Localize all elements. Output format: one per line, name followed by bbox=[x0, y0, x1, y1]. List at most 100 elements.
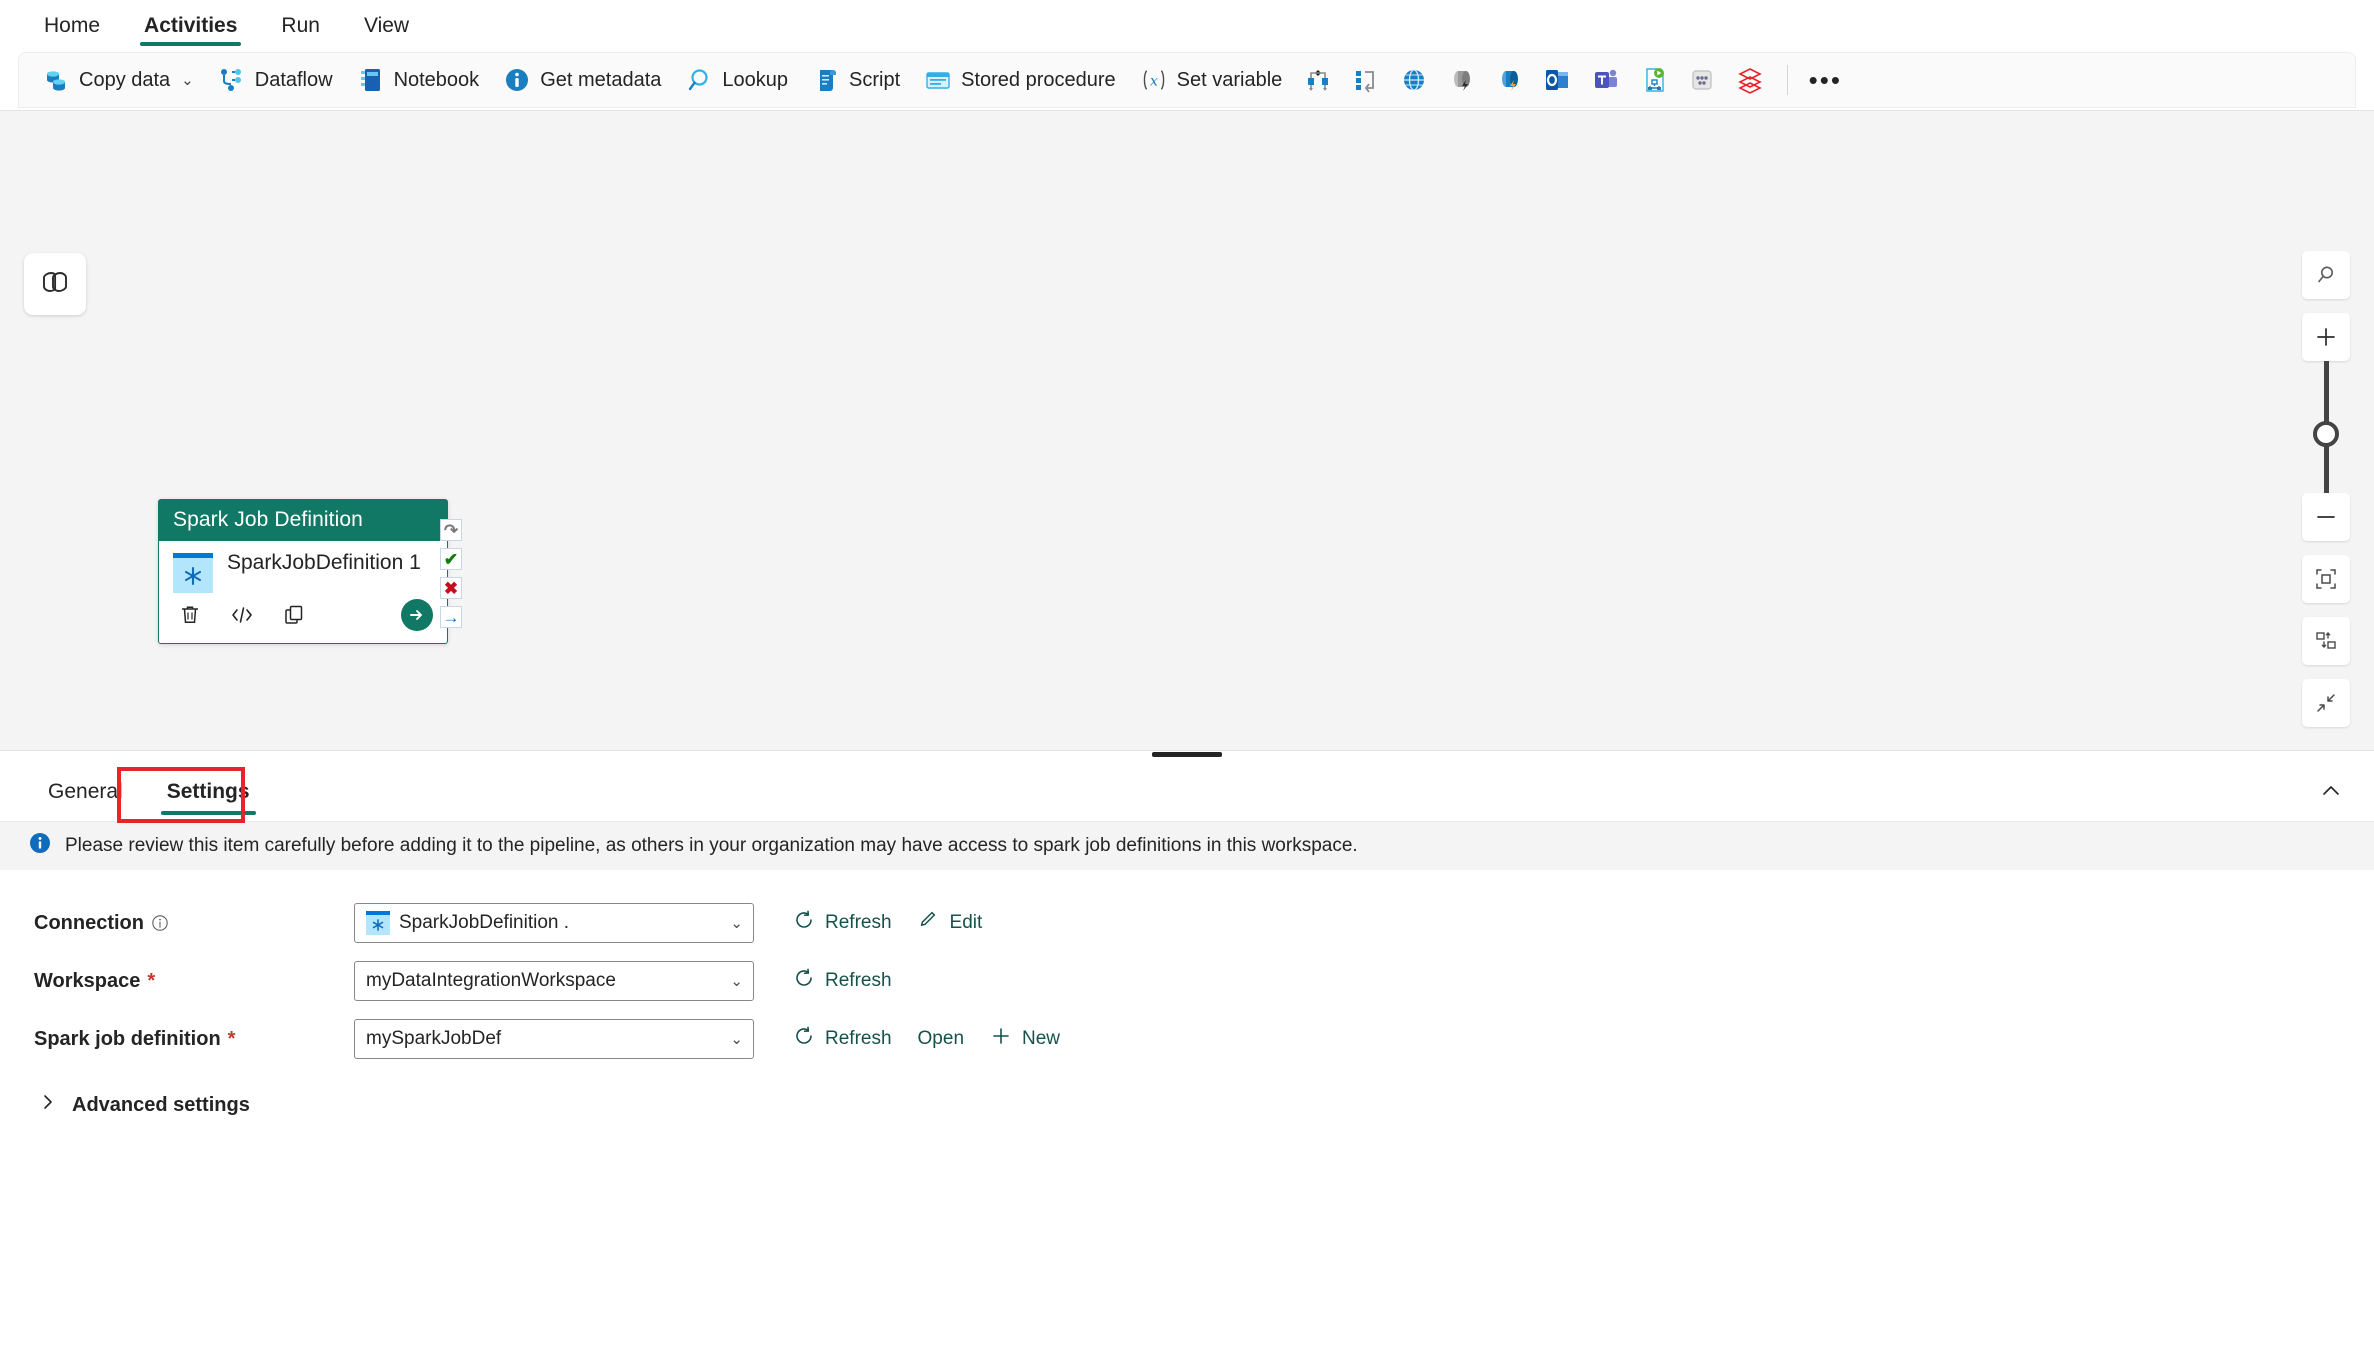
ribbon-tab-run[interactable]: Run bbox=[259, 0, 342, 52]
zoom-in-button[interactable] bbox=[2302, 313, 2350, 361]
connection-refresh-label: Refresh bbox=[825, 912, 892, 933]
fit-to-screen-button[interactable] bbox=[2302, 555, 2350, 603]
panel-splitter[interactable] bbox=[0, 750, 2374, 762]
script-button[interactable]: Script bbox=[801, 59, 911, 101]
zoom-search-button[interactable] bbox=[2302, 251, 2350, 299]
ribbon-tab-home[interactable]: Home bbox=[22, 0, 122, 52]
tab-general[interactable]: General bbox=[26, 762, 145, 821]
connection-actions: Refresh Edit bbox=[780, 903, 995, 943]
ribbon-tab-view[interactable]: View bbox=[342, 0, 431, 52]
webhook-gray-button[interactable] bbox=[1439, 59, 1485, 101]
workspace-refresh-link[interactable]: Refresh bbox=[780, 961, 905, 1001]
databricks-button[interactable] bbox=[1727, 59, 1773, 101]
arrow-right-circle-icon[interactable] bbox=[401, 599, 433, 631]
chevron-right-icon bbox=[38, 1092, 58, 1118]
handle-on-failure[interactable]: ✖ bbox=[440, 577, 462, 599]
collapse-panel-button[interactable] bbox=[2314, 776, 2348, 810]
info-banner-text: Please review this item carefully before… bbox=[65, 835, 1358, 856]
activity-node-spark-job-definition[interactable]: Spark Job Definition SparkJobDefinition … bbox=[158, 499, 448, 644]
workspace-refresh-label: Refresh bbox=[825, 970, 892, 991]
ribbon-tab-activities[interactable]: Activities bbox=[122, 0, 259, 52]
script-label: Script bbox=[849, 68, 901, 91]
outlook-icon bbox=[1544, 66, 1572, 94]
webhook-blue-button[interactable] bbox=[1487, 59, 1533, 101]
refresh-icon bbox=[793, 1025, 815, 1053]
fabric-pipeline-logo-button[interactable] bbox=[24, 253, 86, 315]
chevron-down-icon[interactable]: ⌄ bbox=[730, 914, 743, 932]
activity-node-body: SparkJobDefinition 1 bbox=[159, 541, 447, 593]
stored-procedure-button[interactable]: Stored procedure bbox=[913, 59, 1127, 101]
set-variable-icon: x bbox=[1140, 66, 1168, 94]
get-metadata-label: Get metadata bbox=[540, 68, 662, 91]
copy-icon[interactable] bbox=[279, 600, 309, 630]
copy-data-button[interactable]: Copy data ⌄ bbox=[31, 59, 205, 101]
connection-edit-label: Edit bbox=[949, 912, 983, 933]
zoom-out-button[interactable] bbox=[2302, 493, 2350, 541]
chevron-up-icon bbox=[2318, 778, 2344, 809]
properties-tab-bar: General Settings bbox=[0, 762, 2374, 823]
more-activities-button[interactable]: ••• bbox=[1802, 59, 1848, 101]
zoom-slider-thumb[interactable] bbox=[2313, 421, 2339, 447]
foreach-activity-button[interactable] bbox=[1343, 59, 1389, 101]
activity-node-title: SparkJobDefinition 1 bbox=[227, 551, 421, 574]
office365-script-button[interactable] bbox=[1631, 59, 1677, 101]
chevron-down-icon[interactable]: ⌄ bbox=[730, 972, 743, 990]
tab-settings-label: Settings bbox=[166, 779, 250, 803]
spark-job-definition-dropdown[interactable]: mySparkJobDef ⌄ bbox=[354, 1019, 754, 1059]
office365-script-icon bbox=[1640, 66, 1668, 94]
connection-dropdown[interactable]: SparkJobDefinition . ⌄ bbox=[354, 903, 754, 943]
notebook-label: Notebook bbox=[393, 68, 480, 91]
spark-job-definition-new-link[interactable]: New bbox=[977, 1019, 1073, 1059]
pipeline-editor: Home Activities Run View Copy data ⌄ Dat… bbox=[0, 0, 2374, 1360]
command-bar-wrapper: Copy data ⌄ Dataflow Notebook Get metada… bbox=[0, 52, 2374, 110]
handle-on-success[interactable]: ✔ bbox=[440, 548, 462, 570]
azure-batch-button[interactable] bbox=[1679, 59, 1725, 101]
outlook-button[interactable] bbox=[1535, 59, 1581, 101]
databricks-icon bbox=[1736, 66, 1764, 94]
canvas-zoom-toolbar bbox=[2302, 251, 2350, 727]
tab-general-label: General bbox=[48, 779, 123, 803]
lookup-button[interactable]: Lookup bbox=[674, 59, 799, 101]
dataflow-icon bbox=[218, 66, 246, 94]
trash-icon[interactable] bbox=[175, 600, 205, 630]
zoom-slider[interactable] bbox=[2302, 361, 2350, 493]
switch-activity-icon bbox=[1304, 66, 1332, 94]
code-icon[interactable] bbox=[227, 600, 257, 630]
handle-on-skip[interactable]: → bbox=[440, 606, 462, 628]
advanced-settings-toggle[interactable]: Advanced settings bbox=[34, 1086, 254, 1124]
activity-node-actions bbox=[159, 593, 447, 643]
set-variable-button[interactable]: x Set variable bbox=[1129, 59, 1294, 101]
dataflow-button[interactable]: Dataflow bbox=[207, 59, 344, 101]
teams-button[interactable] bbox=[1583, 59, 1629, 101]
connection-edit-link[interactable]: Edit bbox=[905, 903, 996, 943]
handle-on-completion[interactable]: ↷ bbox=[440, 519, 462, 541]
lookup-icon bbox=[685, 66, 713, 94]
spark-job-definition-open-label: Open bbox=[917, 1028, 965, 1049]
svg-text:x: x bbox=[1150, 74, 1158, 90]
workspace-dropdown[interactable]: myDataIntegrationWorkspace ⌄ bbox=[354, 961, 754, 1001]
get-metadata-button[interactable]: Get metadata bbox=[492, 59, 672, 101]
notebook-icon bbox=[357, 66, 385, 94]
splitter-drag-handle[interactable] bbox=[1152, 752, 1222, 757]
chevron-down-icon[interactable]: ⌄ bbox=[730, 1030, 743, 1048]
advanced-settings-label: Advanced settings bbox=[72, 1093, 250, 1116]
teams-icon bbox=[1592, 66, 1620, 94]
spark-job-definition-open-link[interactable]: Open bbox=[905, 1022, 977, 1056]
pipeline-canvas[interactable]: Spark Job Definition SparkJobDefinition … bbox=[0, 110, 2374, 750]
switch-activity-button[interactable] bbox=[1295, 59, 1341, 101]
spark-job-definition-refresh-link[interactable]: Refresh bbox=[780, 1019, 905, 1059]
collapse-canvas-button[interactable] bbox=[2302, 679, 2350, 727]
workspace-label-group: Workspace * bbox=[34, 970, 354, 993]
tab-settings[interactable]: Settings bbox=[145, 762, 272, 821]
activity-properties-panel: General Settings Please review this item… bbox=[0, 762, 2374, 1360]
notebook-button[interactable]: Notebook bbox=[346, 59, 491, 101]
lookup-label: Lookup bbox=[722, 68, 788, 91]
field-row-connection: Connection SparkJobDefinition . ⌄ Refres… bbox=[34, 894, 2374, 952]
refresh-icon bbox=[793, 967, 815, 995]
connection-refresh-link[interactable]: Refresh bbox=[780, 903, 905, 943]
chevron-down-icon[interactable]: ⌄ bbox=[181, 71, 194, 89]
auto-layout-button[interactable] bbox=[2302, 617, 2350, 665]
activity-output-handles: ↷ ✔ ✖ → bbox=[440, 519, 462, 628]
info-tooltip-icon[interactable] bbox=[151, 914, 169, 932]
web-activity-button[interactable] bbox=[1391, 59, 1437, 101]
